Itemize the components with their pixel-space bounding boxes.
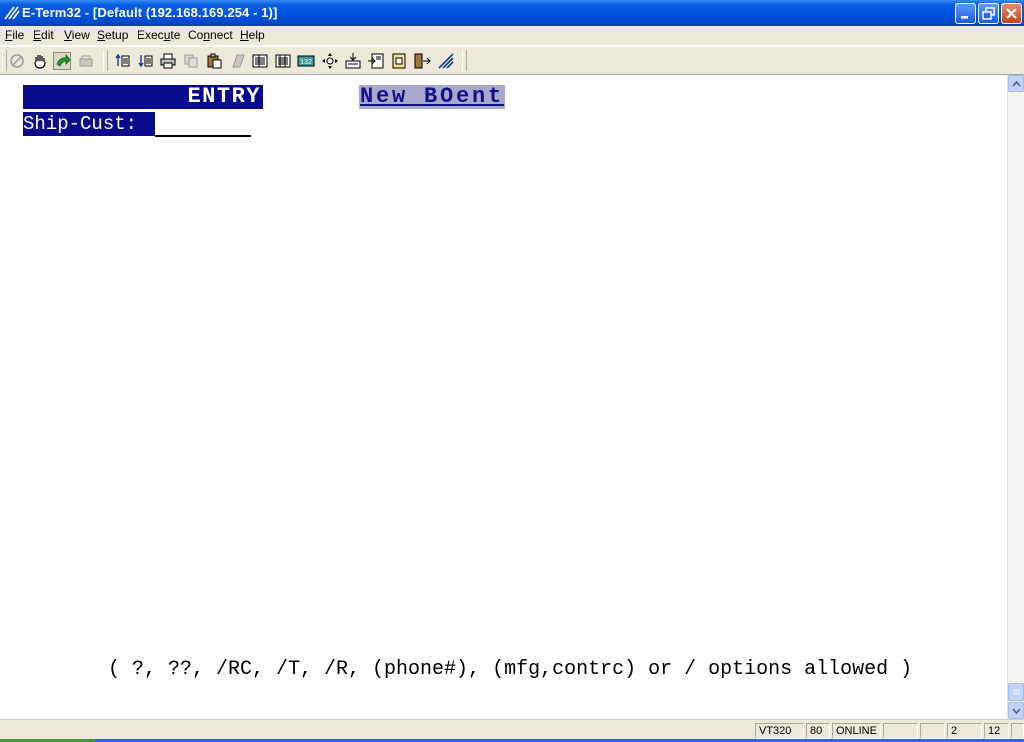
restore-button[interactable] [978,3,999,24]
terminal-screen[interactable]: ENTRY New BOent Ship-Cust: ( ?, ??, /RC,… [0,75,1007,719]
title-bar[interactable]: E-Term32 - [Default (192.168.169.254 - 1… [0,0,1024,26]
program-name: New BOent [359,84,506,109]
toolbar-grip[interactable] [2,50,7,71]
svg-text:132: 132 [300,59,312,66]
minimize-button[interactable] [955,3,976,24]
menu-help[interactable]: Help [240,28,265,42]
receive-file-icon[interactable] [136,52,154,70]
print-icon[interactable] [159,52,177,70]
macro-icon[interactable] [367,52,385,70]
stop-icon[interactable] [8,52,26,70]
columns-132-icon[interactable]: 132 [297,52,315,70]
ship-cust-input[interactable] [155,112,251,137]
toolbar: 132 [0,46,1024,75]
connect-icon[interactable] [53,52,71,70]
status-pane-blank [1011,723,1024,739]
hand-icon[interactable] [31,52,49,70]
menu-edit[interactable]: Edit [33,28,54,42]
paste-icon[interactable] [205,52,223,70]
copy-icon[interactable] [182,52,200,70]
scroll-thumb[interactable] [1008,683,1024,701]
toolbar-separator [462,50,467,71]
ship-cust-label: Ship-Cust: [23,112,155,136]
scroll-up-button[interactable] [1008,75,1024,92]
cursor-col-status: 12 [984,723,1009,739]
menu-bar: File Edit View Setup Execute Connect Hel… [0,26,1024,45]
connection-status: ONLINE [832,723,881,739]
vertical-scrollbar[interactable] [1007,75,1024,719]
options-hint: ( ?, ??, /RC, /T, /R, (phone#), (mfg,con… [108,658,913,681]
status-pane-blank [883,723,918,739]
app-icon[interactable] [4,5,20,21]
send-file-icon[interactable] [113,52,131,70]
close-button[interactable] [1001,3,1022,24]
columns-status: 80 [806,723,830,739]
setup-icon[interactable] [437,52,455,70]
menu-setup[interactable]: Setup [97,28,128,42]
exit-icon[interactable] [413,52,431,70]
toolbar-separator [103,50,108,71]
emulation-status: VT320 [755,723,804,739]
columns-100-icon[interactable] [274,52,292,70]
screen-title: ENTRY [23,85,263,109]
cursor-row-status: 2 [947,723,982,739]
move-icon[interactable] [321,52,339,70]
capture-icon[interactable] [344,52,362,70]
menu-connect[interactable]: Connect [188,28,233,42]
window-title: E-Term32 - [Default (192.168.169.254 - 1… [22,5,278,20]
columns-80-icon[interactable] [251,52,269,70]
menu-execute[interactable]: Execute [137,28,180,42]
menu-view[interactable]: View [64,28,90,42]
menu-file[interactable]: File [5,28,24,42]
status-pane-blank [920,723,945,739]
blank-icon[interactable] [229,52,247,70]
notes-icon[interactable] [390,52,408,70]
scroll-down-button[interactable] [1008,702,1024,719]
disconnect-icon[interactable] [77,52,95,70]
